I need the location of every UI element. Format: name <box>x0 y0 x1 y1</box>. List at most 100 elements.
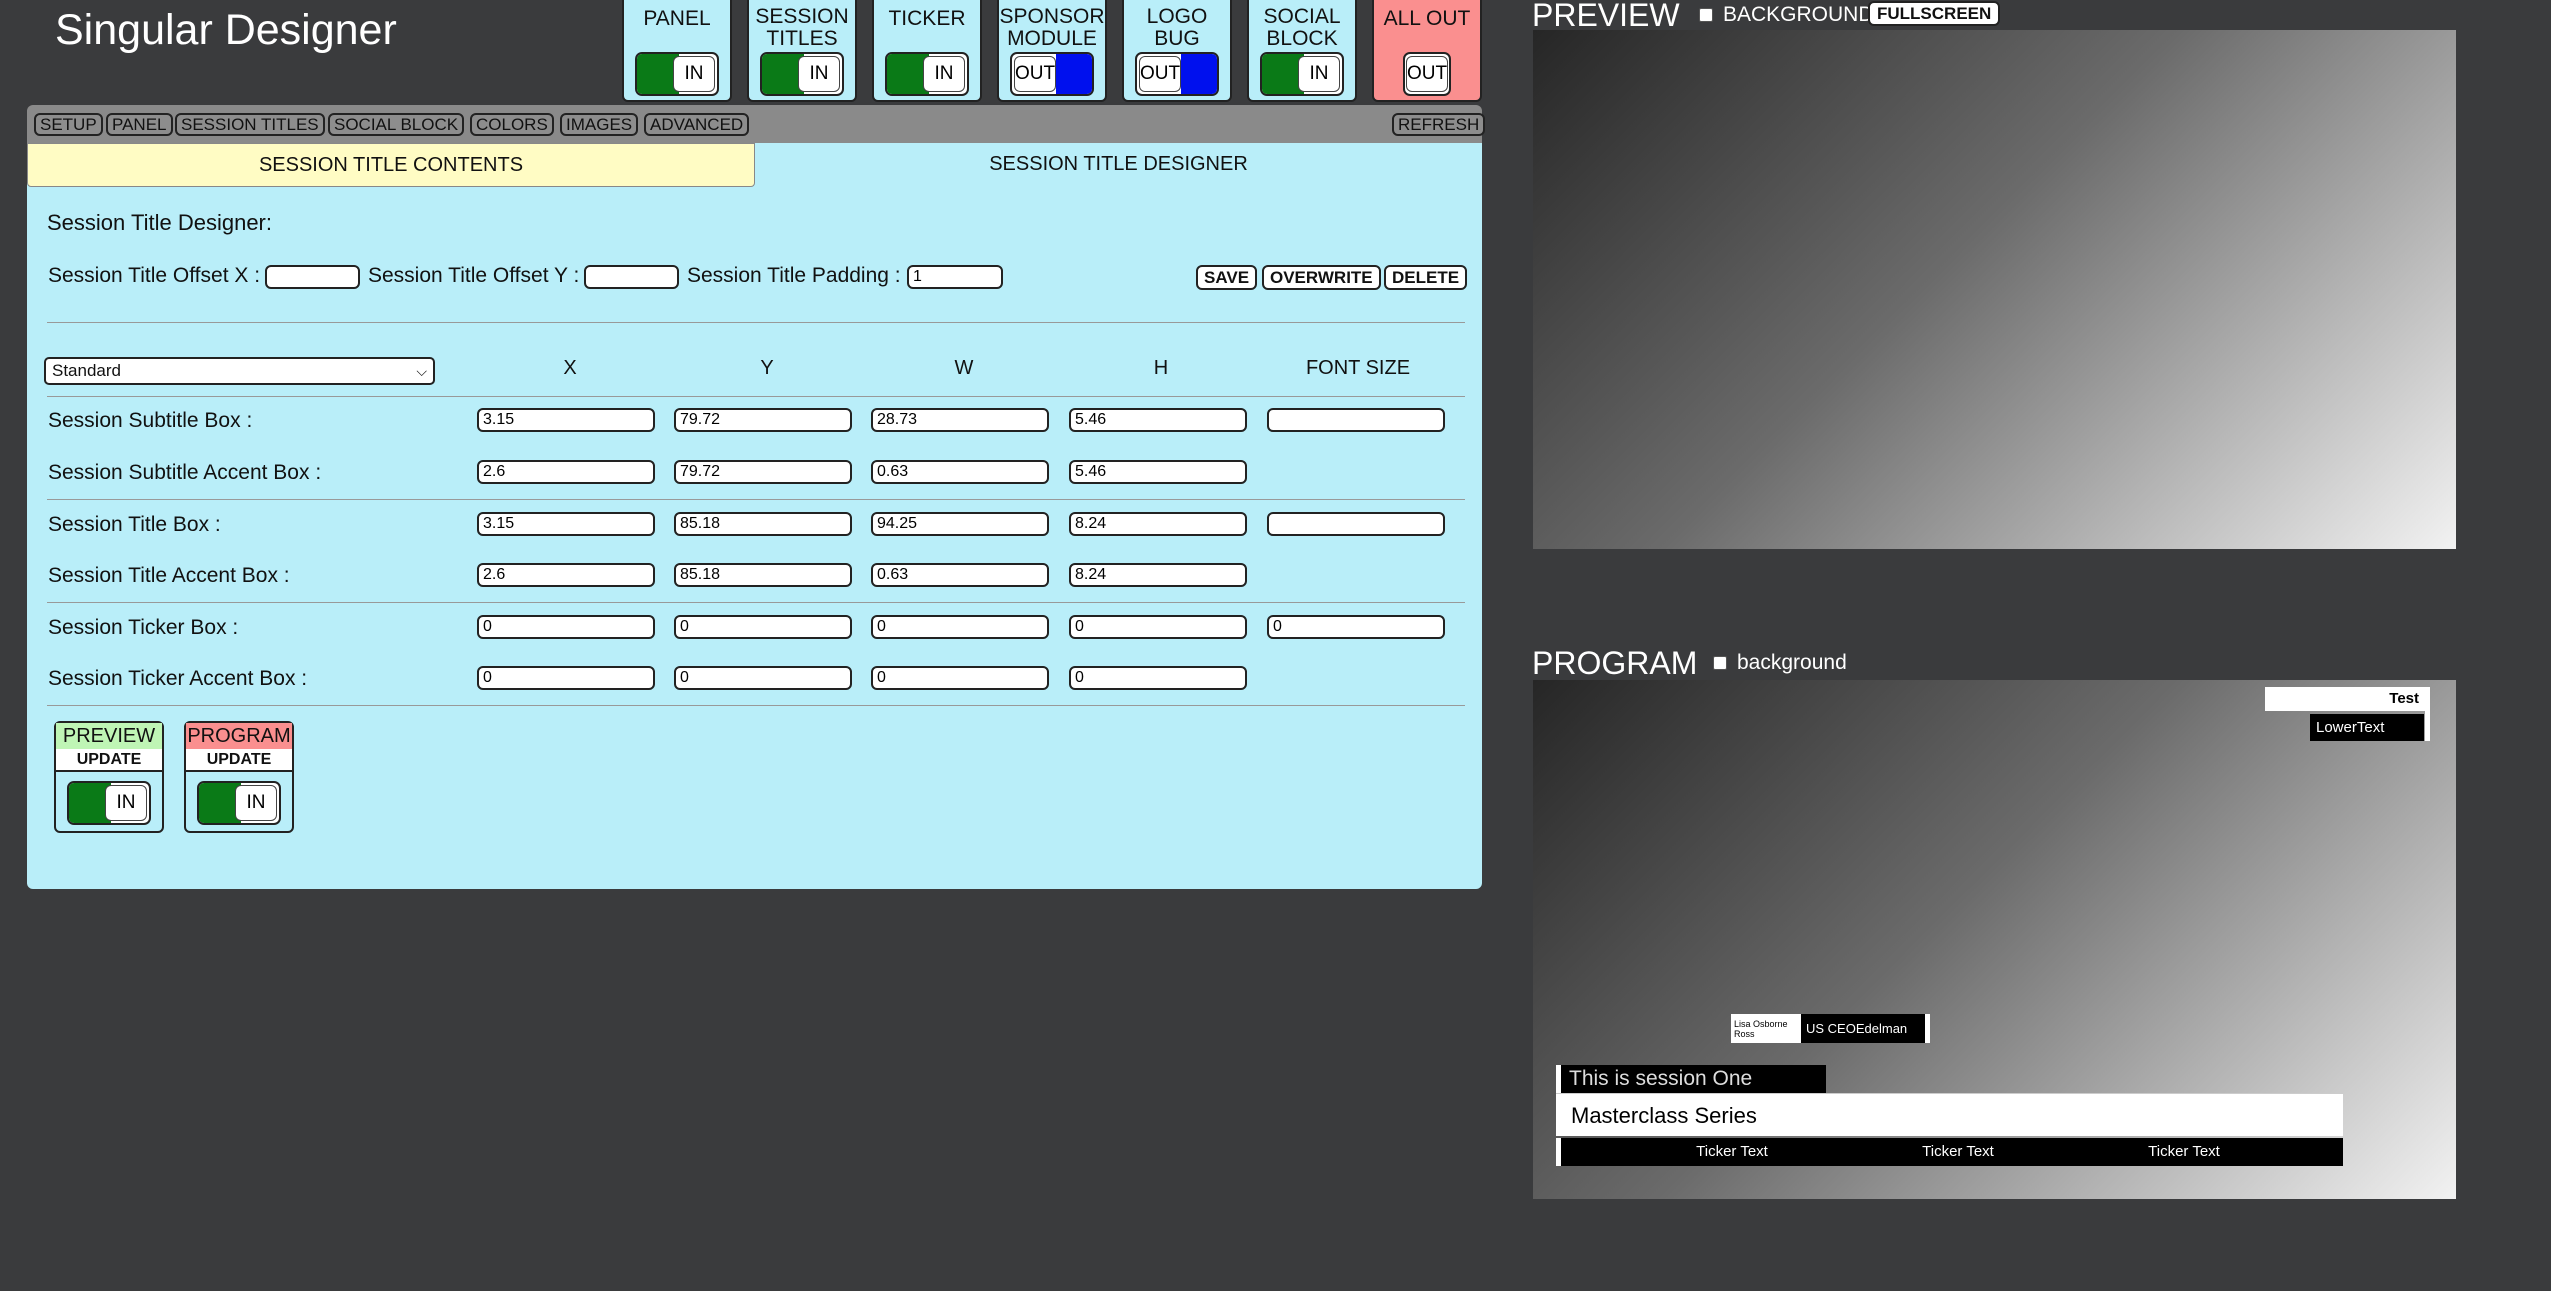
row-label-title-box: Session Title Box : <box>48 513 221 536</box>
toggle-state: OUT <box>1406 56 1448 92</box>
module-toggle[interactable]: OUT <box>1010 52 1094 96</box>
program-update-button[interactable]: UPDATE <box>186 749 292 772</box>
column-header-x: X <box>563 357 577 379</box>
ticker-box-font-size-input[interactable] <box>1267 615 1445 639</box>
tab-session-title-designer[interactable]: SESSION TITLE DESIGNER <box>755 143 1482 187</box>
nav-setup-button[interactable]: SETUP <box>34 113 103 136</box>
save-button[interactable]: SAVE <box>1196 265 1258 290</box>
column-header-h: H <box>1153 357 1169 379</box>
preview-background-checkbox[interactable] <box>1699 8 1713 22</box>
chevron-down-icon: ⌵ <box>416 363 427 379</box>
title-box-font-size-input[interactable] <box>1267 512 1445 536</box>
module-sponsor[interactable]: SPONSOR MODULE OUT <box>997 0 1107 102</box>
column-header-w: W <box>954 357 974 379</box>
subtitle-box-y-input[interactable] <box>674 408 852 432</box>
offset-x-input[interactable] <box>265 265 360 289</box>
ticker-item: Ticker Text <box>1922 1143 1994 1160</box>
title-box-y-input[interactable] <box>674 512 852 536</box>
module-social-block[interactable]: SOCIAL BLOCK IN <box>1247 0 1357 102</box>
module-toggle[interactable]: OUT <box>1135 52 1219 96</box>
program-update-label: PROGRAM <box>186 723 292 750</box>
module-toggle[interactable]: IN <box>635 52 719 96</box>
column-header-y: Y <box>760 357 774 379</box>
subtitle-box-h-input[interactable] <box>1069 408 1247 432</box>
ticker-item: Ticker Text <box>1696 1143 1768 1160</box>
title-box-x-input[interactable] <box>477 512 655 536</box>
module-toggle[interactable]: IN <box>1260 52 1344 96</box>
delete-button[interactable]: DELETE <box>1384 265 1468 290</box>
module-session-titles[interactable]: SESSION TITLES IN <box>747 0 857 102</box>
module-panel[interactable]: PANEL IN <box>622 0 732 102</box>
subtitle-accent-w-input[interactable] <box>871 460 1049 484</box>
title-box-h-input[interactable] <box>1069 512 1247 536</box>
overlay-ticker: Ticker Text Ticker Text Ticker Text <box>1561 1138 2343 1166</box>
nav-social-block-button[interactable]: SOCIAL BLOCK <box>328 113 465 136</box>
preset-select[interactable]: Standard ⌵ <box>44 357 435 385</box>
nav-advanced-button[interactable]: ADVANCED <box>644 113 750 136</box>
ticker-accent-x-input[interactable] <box>477 666 655 690</box>
ticker-box-h-input[interactable] <box>1069 615 1247 639</box>
divider <box>47 602 1465 603</box>
offset-y-input[interactable] <box>584 265 679 289</box>
module-toggle[interactable]: IN <box>760 52 844 96</box>
nav-images-button[interactable]: IMAGES <box>560 113 639 136</box>
padding-input[interactable] <box>907 265 1003 289</box>
row-label-subtitle-box: Session Subtitle Box : <box>48 409 253 432</box>
module-label: TICKER <box>888 7 966 30</box>
divider <box>47 396 1465 397</box>
nav-colors-button[interactable]: COLORS <box>470 113 554 136</box>
toggle-state: OUT <box>1014 56 1056 92</box>
padding-label: Session Title Padding : <box>687 264 901 287</box>
module-label: LOGO BUG <box>1146 5 1208 50</box>
subtitle-box-font-size-input[interactable] <box>1267 408 1445 432</box>
title-accent-h-input[interactable] <box>1069 563 1247 587</box>
toggle-state: IN <box>1298 56 1340 92</box>
toggle-state: IN <box>798 56 840 92</box>
module-label: SOCIAL BLOCK <box>1263 5 1341 50</box>
program-background-checkbox[interactable] <box>1713 656 1727 670</box>
subtitle-accent-h-input[interactable] <box>1069 460 1247 484</box>
title-box-w-input[interactable] <box>871 512 1049 536</box>
ticker-box-y-input[interactable] <box>674 615 852 639</box>
program-toggle[interactable]: IN <box>197 781 281 825</box>
title-accent-w-input[interactable] <box>871 563 1049 587</box>
toggle-state: IN <box>673 56 715 92</box>
row-label-subtitle-accent-box: Session Subtitle Accent Box : <box>48 461 322 484</box>
title-accent-y-input[interactable] <box>674 563 852 587</box>
ticker-accent-y-input[interactable] <box>674 666 852 690</box>
module-toggle[interactable]: IN <box>885 52 969 96</box>
divider <box>47 499 1465 500</box>
ticker-box-x-input[interactable] <box>477 615 655 639</box>
ticker-box-w-input[interactable] <box>871 615 1049 639</box>
nav-panel-button[interactable]: PANEL <box>106 113 173 136</box>
overwrite-button[interactable]: OVERWRITE <box>1262 265 1381 290</box>
title-accent-x-input[interactable] <box>477 563 655 587</box>
subtitle-box-w-input[interactable] <box>871 408 1049 432</box>
all-out-button[interactable]: OUT <box>1403 52 1451 96</box>
preview-toggle[interactable]: IN <box>67 781 151 825</box>
ticker-accent-h-input[interactable] <box>1069 666 1247 690</box>
module-ticker[interactable]: TICKER IN <box>872 0 982 102</box>
refresh-button[interactable]: REFRESH <box>1392 113 1486 136</box>
nav-session-titles-button[interactable]: SESSION TITLES <box>175 113 325 136</box>
program-title: PROGRAM <box>1532 645 1698 681</box>
subtitle-accent-x-input[interactable] <box>477 460 655 484</box>
fullscreen-button[interactable]: FULLSCREEN <box>1868 1 2001 26</box>
row-label-ticker-box: Session Ticker Box : <box>48 616 239 639</box>
program-background-label: background <box>1737 651 1847 674</box>
preview-update-button[interactable]: UPDATE <box>56 749 162 772</box>
social-title: US CEOEdelman <box>1801 1014 1925 1043</box>
subtitle-box-x-input[interactable] <box>477 408 655 432</box>
module-label: PANEL <box>643 7 711 30</box>
row-label-title-accent-box: Session Title Accent Box : <box>48 564 290 587</box>
module-all-out[interactable]: ALL OUT OUT <box>1372 0 1482 102</box>
social-accent <box>1925 1014 1930 1043</box>
ticker-accent-w-input[interactable] <box>871 666 1049 690</box>
preview-update-box: PREVIEW UPDATE IN <box>54 721 164 833</box>
overlay-top-text: Test <box>2265 687 2425 711</box>
divider <box>47 322 1465 323</box>
social-name: Lisa Osborne Ross <box>1731 1014 1801 1043</box>
subtitle-accent-y-input[interactable] <box>674 460 852 484</box>
tab-session-title-contents[interactable]: SESSION TITLE CONTENTS <box>27 143 755 187</box>
module-logo-bug[interactable]: LOGO BUG OUT <box>1122 0 1232 102</box>
